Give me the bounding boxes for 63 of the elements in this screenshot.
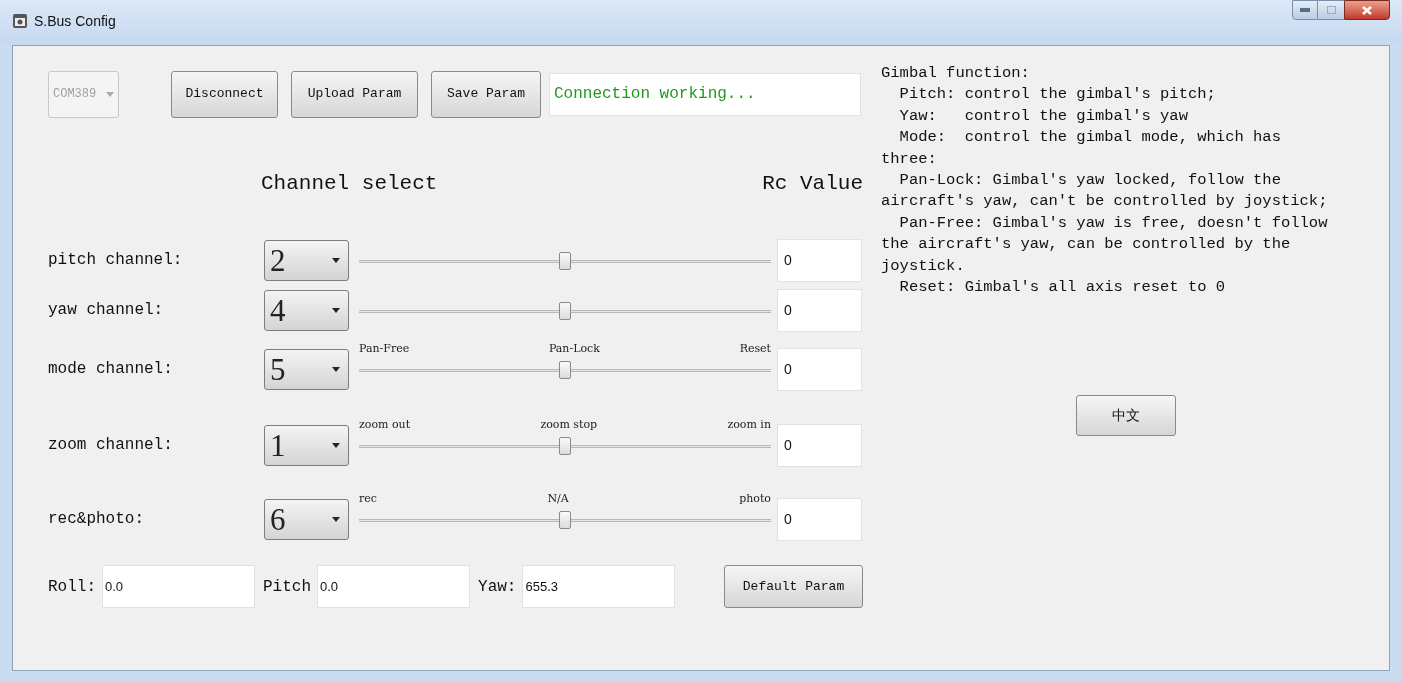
caret-icon bbox=[332, 517, 340, 522]
slider-tick-label: Pan-Lock bbox=[548, 341, 600, 357]
attitude-label: Roll: bbox=[48, 576, 96, 598]
rc-value-field: 0 bbox=[777, 239, 862, 282]
maximize-button[interactable] bbox=[1318, 0, 1344, 20]
minimize-button[interactable] bbox=[1292, 0, 1318, 20]
channel-select-heading: Channel select bbox=[261, 171, 438, 198]
help-text: Gimbal function: Pitch: control the gimbal's pitch; Yaw: control the gimbal's yaw Mode: control the gimbal mode, which has three: Pan-Lock: Gimbal's yaw locked, follow the aircraft's yaw, can't be controlled by joystick; Pan-Free: Gimbal's yaw is free, doesn't follow the aircraft's yaw, can be controlled by the joystick. Reset: Gimbal's all axis reset to 0 bbox=[881, 63, 1328, 299]
channel-label: mode channel: bbox=[48, 359, 174, 380]
caret-icon bbox=[332, 443, 340, 448]
slider-tick-label: Reset bbox=[739, 341, 771, 357]
slider-tick-label: Pan-Free bbox=[359, 341, 410, 357]
rc-value-field: 0 bbox=[777, 348, 862, 391]
slider-track[interactable] bbox=[359, 251, 771, 271]
channel-dropdown[interactable]: 1 bbox=[264, 425, 349, 466]
slider-thumb[interactable] bbox=[559, 252, 571, 270]
caret-icon bbox=[332, 367, 340, 372]
slider-thumb[interactable] bbox=[559, 511, 571, 529]
caret-icon bbox=[332, 258, 340, 263]
slider-thumb[interactable] bbox=[559, 302, 571, 320]
channel-label: rec&photo: bbox=[48, 509, 145, 530]
slider-tick-label: zoom out bbox=[359, 417, 411, 433]
channel-dropdown[interactable]: 4 bbox=[264, 290, 349, 331]
rc-value-field: 0 bbox=[777, 498, 862, 541]
attitude-label: Yaw: bbox=[478, 576, 517, 598]
slider-thumb[interactable] bbox=[559, 437, 571, 455]
channel-label: yaw channel: bbox=[48, 300, 165, 321]
slider-tick-label: zoom stop bbox=[540, 417, 598, 433]
rc-value-heading: Rc Value bbox=[762, 171, 863, 198]
channel-dropdown[interactable]: 2 bbox=[264, 240, 349, 281]
rc-value-field: 0 bbox=[777, 424, 862, 467]
slider-track[interactable] bbox=[359, 510, 771, 530]
camera-icon bbox=[12, 13, 28, 29]
attitude-label: Pitch bbox=[263, 576, 312, 598]
caret-icon bbox=[332, 308, 340, 313]
slider-track[interactable] bbox=[359, 436, 771, 456]
rc-value-field: 0 bbox=[777, 289, 862, 332]
channel-label: zoom channel: bbox=[48, 435, 174, 456]
channel-dropdown[interactable]: 6 bbox=[264, 499, 349, 540]
attitude-field[interactable]: 0.0 bbox=[102, 565, 255, 608]
slider-track[interactable] bbox=[359, 301, 771, 321]
language-button[interactable]: 中文 bbox=[1076, 395, 1176, 437]
maximize-icon bbox=[1326, 6, 1336, 14]
attitude-field[interactable]: 655.3 bbox=[522, 565, 676, 608]
window-title: S.Bus Config bbox=[34, 13, 116, 29]
slider-tick-label: photo bbox=[739, 491, 771, 507]
caret-icon bbox=[106, 91, 114, 97]
slider-tick-label: zoom in bbox=[727, 417, 771, 433]
attitude-field[interactable]: 0.0 bbox=[317, 565, 471, 608]
channel-label: pitch channel: bbox=[48, 250, 184, 271]
close-icon bbox=[1362, 5, 1372, 15]
minimize-icon bbox=[1300, 8, 1310, 12]
channel-dropdown[interactable]: 5 bbox=[264, 349, 349, 390]
status-field: Connection working... bbox=[549, 72, 861, 116]
slider-tick-label: rec bbox=[359, 491, 377, 507]
close-button[interactable] bbox=[1344, 0, 1390, 20]
slider-track[interactable] bbox=[359, 360, 771, 380]
toolbar-button[interactable]: Upload Param bbox=[291, 70, 418, 118]
default-param-button[interactable]: Default Param bbox=[724, 565, 863, 608]
slider-thumb[interactable] bbox=[559, 361, 571, 379]
toolbar-button[interactable]: Save Param bbox=[431, 70, 541, 118]
slider-tick-label: N/A bbox=[547, 491, 569, 507]
toolbar-button[interactable]: Disconnect bbox=[171, 70, 278, 118]
